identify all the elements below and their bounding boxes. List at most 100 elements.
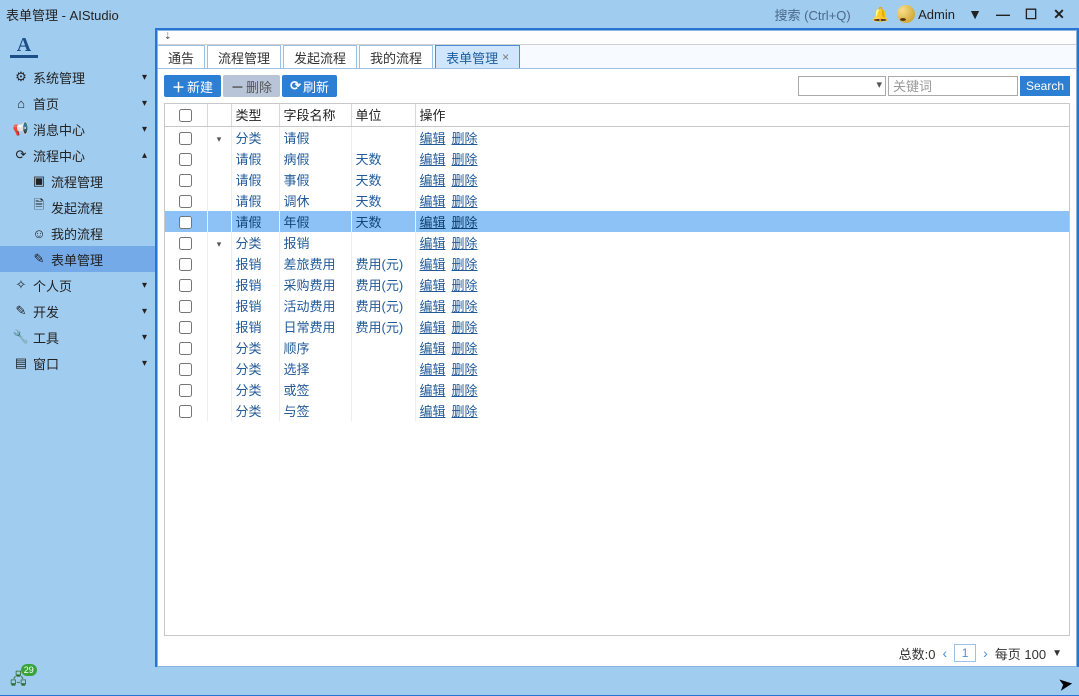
refresh-button[interactable]: ⟳刷新 [282,75,337,97]
delete-link[interactable]: 删除 [452,362,478,377]
table-row[interactable]: 报销差旅费用费用(元)编辑删除 [165,253,1069,274]
delete-link[interactable]: 删除 [452,341,478,356]
delete-link[interactable]: 删除 [452,299,478,314]
tab[interactable]: 表单管理× [435,45,520,68]
edit-link[interactable]: 编辑 [420,362,446,377]
delete-link[interactable]: 删除 [452,152,478,167]
edit-link[interactable]: 编辑 [420,257,446,272]
row-checkbox[interactable] [179,279,192,292]
delete-link[interactable]: 删除 [452,278,478,293]
sidebar-item[interactable]: ☺我的流程 [0,220,155,246]
delete-link[interactable]: 删除 [452,257,478,272]
delete-link[interactable]: 删除 [452,236,478,251]
maximize-button[interactable]: ☐ [1017,4,1045,24]
row-checkbox[interactable] [179,258,192,271]
sidebar-item[interactable]: ⟳流程中心▴ [0,142,155,168]
close-button[interactable]: ✕ [1045,4,1073,24]
edit-link[interactable]: 编辑 [420,299,446,314]
sidebar-item[interactable]: ✎开发▾ [0,298,155,324]
table-row[interactable]: 报销采购费用费用(元)编辑删除 [165,274,1069,295]
table-row[interactable]: 请假年假天数编辑删除 [165,211,1069,232]
col-name[interactable]: 字段名称 [279,104,351,126]
table-row[interactable]: 报销日常费用费用(元)编辑删除 [165,316,1069,337]
sidebar-item[interactable]: ✧个人页▾ [0,272,155,298]
bell-icon[interactable]: 🔔 [872,6,889,23]
tab[interactable]: 我的流程 [359,45,433,68]
avatar[interactable] [897,5,915,23]
edit-link[interactable]: 编辑 [420,194,446,209]
table-row[interactable]: 分类与签编辑删除 [165,400,1069,421]
search-button[interactable]: Search [1020,76,1070,96]
table-row[interactable]: 分类顺序编辑删除 [165,337,1069,358]
table-row[interactable]: 请假病假天数编辑删除 [165,148,1069,169]
row-checkbox[interactable] [179,321,192,334]
edit-link[interactable]: 编辑 [420,320,446,335]
sidebar-item[interactable]: ✎表单管理 [0,246,155,272]
table-row[interactable]: 分类或签编辑删除 [165,379,1069,400]
table-row[interactable]: ▾分类请假编辑删除 [165,127,1069,148]
sidebar-item[interactable]: 📢消息中心▾ [0,116,155,142]
tab[interactable]: 通告 [158,45,205,68]
new-button[interactable]: ＋新建 [164,75,221,97]
pager-per-page[interactable]: 每页 100 [995,644,1046,663]
edit-link[interactable]: 编辑 [420,383,446,398]
row-checkbox[interactable] [179,300,192,313]
row-checkbox[interactable] [179,216,192,229]
sidebar-item[interactable]: 🔧工具▾ [0,324,155,350]
tab-close-icon[interactable]: × [502,50,509,64]
global-search-hint[interactable]: 搜索 (Ctrl+Q) [775,5,851,24]
row-checkbox[interactable] [179,384,192,397]
table-row[interactable]: ▾分类报销编辑删除 [165,232,1069,253]
table-row[interactable]: 请假事假天数编辑删除 [165,169,1069,190]
select-all-checkbox[interactable] [179,109,192,122]
row-checkbox[interactable] [179,153,192,166]
edit-link[interactable]: 编辑 [420,278,446,293]
row-checkbox[interactable] [179,195,192,208]
notification-tray-icon[interactable]: 🖧29 [10,669,27,694]
delete-link[interactable]: 删除 [452,131,478,146]
delete-link[interactable]: 删除 [452,194,478,209]
row-checkbox[interactable] [179,174,192,187]
delete-link[interactable]: 删除 [452,383,478,398]
delete-link[interactable]: 删除 [452,320,478,335]
filter-select[interactable] [798,76,886,96]
sidebar-item[interactable]: ⌂首页▾ [0,90,155,116]
username[interactable]: Admin [918,7,955,22]
pager-next[interactable]: › [980,645,991,661]
delete-button[interactable]: －删除 [223,75,280,97]
col-unit[interactable]: 单位 [351,104,415,126]
sidebar-item[interactable]: ⚙系统管理▾ [0,64,155,90]
pager-prev[interactable]: ‹ [939,645,950,661]
edit-link[interactable]: 编辑 [420,404,446,419]
tab[interactable]: 流程管理 [207,45,281,68]
row-checkbox[interactable] [179,342,192,355]
pager-per-page-dropdown-icon[interactable]: ▼ [1052,648,1062,659]
sidebar-item[interactable]: ▤窗口▾ [0,350,155,376]
edit-link[interactable]: 编辑 [420,152,446,167]
edit-link[interactable]: 编辑 [420,236,446,251]
delete-link[interactable]: 删除 [452,173,478,188]
edit-link[interactable]: 编辑 [420,173,446,188]
edit-link[interactable]: 编辑 [420,341,446,356]
expander-icon[interactable]: ▾ [214,134,224,145]
app-logo[interactable]: A [10,34,38,58]
table-row[interactable]: 分类选择编辑删除 [165,358,1069,379]
row-checkbox[interactable] [179,237,192,250]
sidebar-item[interactable]: 🗎发起流程 [0,194,155,220]
col-type[interactable]: 类型 [231,104,279,126]
content-minibar[interactable]: ⇣ [158,31,1076,45]
minimize-button[interactable]: — [989,4,1017,24]
pager-page-input[interactable] [954,644,976,662]
delete-link[interactable]: 删除 [452,215,478,230]
tab[interactable]: 发起流程 [283,45,357,68]
edit-link[interactable]: 编辑 [420,215,446,230]
col-action[interactable]: 操作 [415,104,1069,126]
search-input[interactable] [888,76,1018,96]
row-checkbox[interactable] [179,132,192,145]
sidebar-item[interactable]: ▣流程管理 [0,168,155,194]
delete-link[interactable]: 删除 [452,404,478,419]
edit-link[interactable]: 编辑 [420,131,446,146]
table-row[interactable]: 报销活动费用费用(元)编辑删除 [165,295,1069,316]
row-checkbox[interactable] [179,363,192,376]
menu-down-icon[interactable]: ▼ [961,4,989,24]
